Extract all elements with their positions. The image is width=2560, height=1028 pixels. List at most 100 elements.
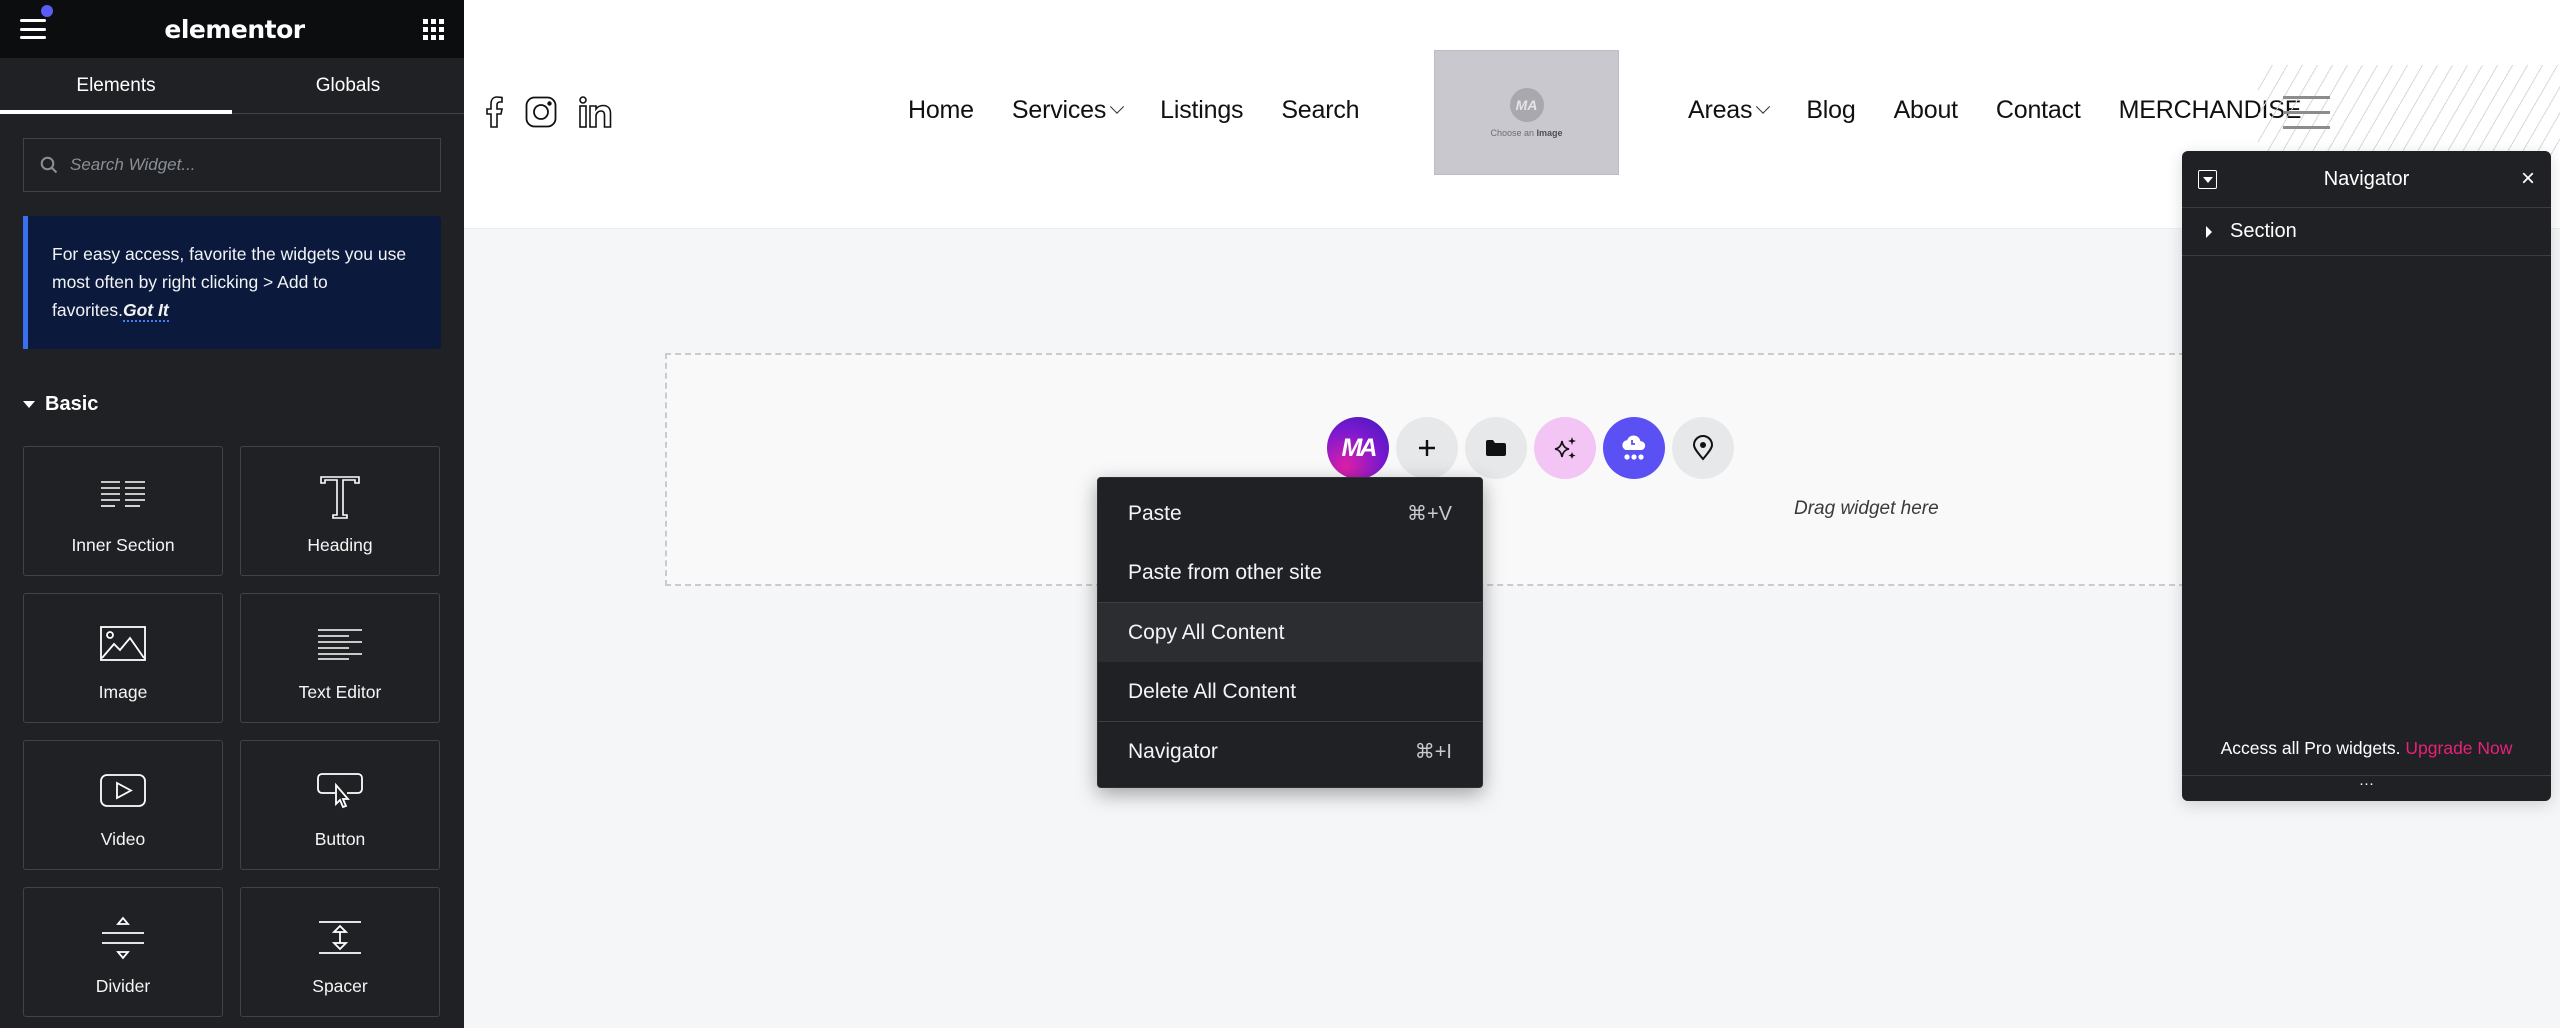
navigator-title: Navigator [2323,167,2410,190]
widget-divider[interactable]: Divider [23,887,223,1017]
widget-heading[interactable]: Heading [240,446,440,576]
apps-grid-icon[interactable] [423,18,444,40]
menu-item-copy-all-content[interactable]: Copy All Content [1098,603,1482,662]
caret-down-icon [23,401,35,408]
upgrade-now-link[interactable]: Upgrade Now [2405,738,2512,758]
navigator-header[interactable]: Navigator × [2182,151,2551,208]
widget-label: Text Editor [298,682,382,702]
site-location-button[interactable] [1672,417,1734,479]
widget-label: Video [100,829,146,849]
heading-icon [319,473,361,521]
navigator-panel: Navigator × Section Access all Pro widge… [2182,151,2551,801]
hamburger-menu-icon[interactable] [20,19,46,39]
ma-addon-button[interactable]: MA [1327,417,1389,479]
nav-areas[interactable]: Areas [1688,96,1771,125]
menu-label: Delete All Content [1128,679,1297,703]
inner-section-icon [100,473,146,521]
tab-globals[interactable]: Globals [232,58,464,113]
panel-topbar: elementor [0,0,464,58]
caption-prefix: Choose an [1490,127,1534,138]
widget-image[interactable]: Image [23,593,223,723]
nav-about[interactable]: About [1893,96,1959,125]
nav-listings[interactable]: Listings [1160,96,1243,125]
nav-services[interactable]: Services [1012,96,1125,125]
nav-search[interactable]: Search [1281,96,1359,125]
widget-label: Inner Section [71,535,175,555]
cloud-icon [1622,435,1646,460]
drag-widget-hint: Drag widget here [1794,498,1939,519]
logo-image-placeholder[interactable]: MA Choose an Image [1434,50,1619,175]
widget-video[interactable]: Video [23,740,223,870]
video-icon [100,767,146,815]
nav-blog[interactable]: Blog [1806,96,1855,125]
nav-label: About [1893,96,1959,124]
image-icon [100,620,146,668]
nav-label: Search [1281,96,1360,124]
tab-elements[interactable]: Elements [0,58,232,114]
menu-label: Paste from other site [1128,560,1322,584]
nav-label: Contact [1995,96,2081,124]
divider-icon [100,914,146,962]
widget-button[interactable]: Button [240,740,440,870]
category-basic[interactable]: Basic [23,393,464,416]
collapse-all-icon[interactable] [2198,170,2217,189]
context-menu: Paste ⌘+V Paste from other site Copy All… [1097,477,1483,788]
sparkle-icon [1554,437,1576,459]
widget-label: Button [314,829,366,849]
instagram-icon[interactable] [525,96,557,128]
favorites-notice: For easy access, favorite the widgets yo… [23,216,441,349]
promo-text: Access all Pro widgets. [2220,738,2401,758]
widget-label: Image [98,682,148,702]
nav-label: Listings [1160,96,1244,124]
menu-label: Copy All Content [1128,620,1285,644]
notice-text: For easy access, favorite the widgets yo… [52,244,407,320]
location-pin-icon [1692,435,1714,461]
social-links [486,96,612,128]
got-it-link[interactable]: Got It [123,300,169,322]
widget-label: Divider [95,976,151,996]
add-section-toolbar: MA [1327,417,1734,479]
widget-spacer[interactable]: Spacer [240,887,440,1017]
nav-home[interactable]: Home [908,96,974,125]
folder-icon [1486,440,1506,456]
nav-label: Home [908,96,974,124]
choose-image-caption: Choose an Image [1490,128,1562,138]
template-library-button[interactable] [1465,417,1527,479]
menu-item-delete-all-content[interactable]: Delete All Content [1098,662,1482,721]
notification-dot [41,5,53,17]
search-widget-input[interactable] [70,155,424,175]
chevron-down-icon [1110,99,1125,114]
menu-item-paste-from-other-site[interactable]: Paste from other site [1098,543,1482,602]
ai-generate-button[interactable] [1534,417,1596,479]
widget-label: Heading [307,535,373,555]
linkedin-icon[interactable] [578,96,612,128]
facebook-icon[interactable] [486,96,504,128]
widget-label: Spacer [312,976,368,996]
menu-item-navigator[interactable]: Navigator ⌘+I [1098,722,1482,781]
search-icon [40,156,58,174]
menu-shortcut: ⌘+V [1406,503,1452,525]
caret-right-icon[interactable] [2206,225,2212,238]
widget-inner-section[interactable]: Inner Section [23,446,223,576]
menu-shortcut: ⌘+I [1414,741,1452,763]
widget-text-editor[interactable]: Text Editor [240,593,440,723]
elementor-logo: elementor [164,14,305,44]
add-section-button[interactable] [1396,417,1458,479]
nav-label: Areas [1688,96,1753,124]
pro-promo: Access all Pro widgets. Upgrade Now [2182,738,2551,759]
spacer-icon [317,914,363,962]
menu-item-paste[interactable]: Paste ⌘+V [1098,484,1482,543]
menu-label: Navigator [1128,739,1218,763]
close-icon[interactable]: × [2521,165,2535,193]
caption-bold: Image [1536,127,1563,138]
navigator-item-section[interactable]: Section [2182,208,2551,256]
category-label: Basic [45,393,99,415]
mobile-menu-icon[interactable] [2283,96,2330,129]
navigator-item-label: Section [2230,220,2297,242]
nav-contact[interactable]: Contact [1996,96,2081,125]
ma-logo-icon: MA [1341,433,1378,462]
cloud-templates-button[interactable] [1603,417,1665,479]
resize-handle[interactable]: ··· [2182,775,2551,801]
primary-nav-right: Areas Blog About Contact MERCHANDISE [1688,96,2339,125]
elementor-panel: elementor Elements Globals For easy acce… [0,0,464,1028]
